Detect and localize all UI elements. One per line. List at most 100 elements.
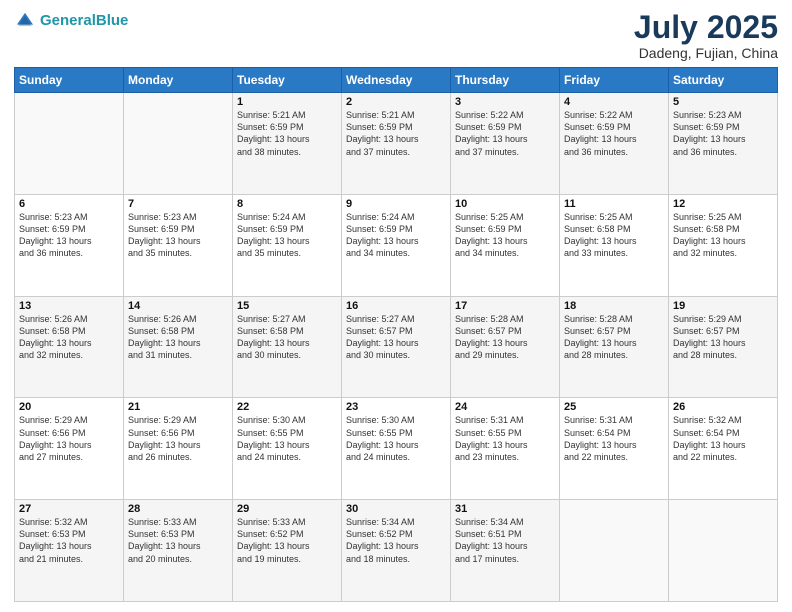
day-info: Sunrise: 5:27 AM Sunset: 6:57 PM Dayligh…	[346, 313, 446, 362]
day-info: Sunrise: 5:32 AM Sunset: 6:53 PM Dayligh…	[19, 516, 119, 565]
calendar-table: SundayMondayTuesdayWednesdayThursdayFrid…	[14, 67, 778, 602]
day-info: Sunrise: 5:25 AM Sunset: 6:58 PM Dayligh…	[564, 211, 664, 260]
day-number: 10	[455, 198, 555, 210]
day-info: Sunrise: 5:32 AM Sunset: 6:54 PM Dayligh…	[673, 414, 773, 463]
day-cell: 21Sunrise: 5:29 AM Sunset: 6:56 PM Dayli…	[124, 398, 233, 500]
day-cell: 28Sunrise: 5:33 AM Sunset: 6:53 PM Dayli…	[124, 500, 233, 602]
header-row: SundayMondayTuesdayWednesdayThursdayFrid…	[15, 68, 778, 93]
day-number: 24	[455, 401, 555, 413]
day-number: 16	[346, 300, 446, 312]
day-cell: 26Sunrise: 5:32 AM Sunset: 6:54 PM Dayli…	[669, 398, 778, 500]
day-number: 23	[346, 401, 446, 413]
day-cell: 3Sunrise: 5:22 AM Sunset: 6:59 PM Daylig…	[451, 93, 560, 195]
month-year: July 2025	[634, 10, 778, 45]
day-number: 20	[19, 401, 119, 413]
col-header-monday: Monday	[124, 68, 233, 93]
day-cell	[124, 93, 233, 195]
day-number: 14	[128, 300, 228, 312]
day-info: Sunrise: 5:28 AM Sunset: 6:57 PM Dayligh…	[455, 313, 555, 362]
day-info: Sunrise: 5:34 AM Sunset: 6:51 PM Dayligh…	[455, 516, 555, 565]
day-info: Sunrise: 5:24 AM Sunset: 6:59 PM Dayligh…	[237, 211, 337, 260]
calendar-header: SundayMondayTuesdayWednesdayThursdayFrid…	[15, 68, 778, 93]
day-info: Sunrise: 5:21 AM Sunset: 6:59 PM Dayligh…	[346, 109, 446, 158]
day-info: Sunrise: 5:23 AM Sunset: 6:59 PM Dayligh…	[19, 211, 119, 260]
day-cell: 27Sunrise: 5:32 AM Sunset: 6:53 PM Dayli…	[15, 500, 124, 602]
day-info: Sunrise: 5:33 AM Sunset: 6:53 PM Dayligh…	[128, 516, 228, 565]
day-number: 11	[564, 198, 664, 210]
day-cell: 6Sunrise: 5:23 AM Sunset: 6:59 PM Daylig…	[15, 194, 124, 296]
header: GeneralBlue July 2025 Dadeng, Fujian, Ch…	[14, 10, 778, 61]
day-cell: 10Sunrise: 5:25 AM Sunset: 6:59 PM Dayli…	[451, 194, 560, 296]
day-number: 13	[19, 300, 119, 312]
day-info: Sunrise: 5:22 AM Sunset: 6:59 PM Dayligh…	[564, 109, 664, 158]
day-number: 2	[346, 96, 446, 108]
day-cell: 4Sunrise: 5:22 AM Sunset: 6:59 PM Daylig…	[560, 93, 669, 195]
week-row-1: 1Sunrise: 5:21 AM Sunset: 6:59 PM Daylig…	[15, 93, 778, 195]
location: Dadeng, Fujian, China	[634, 45, 778, 61]
day-cell: 9Sunrise: 5:24 AM Sunset: 6:59 PM Daylig…	[342, 194, 451, 296]
week-row-3: 13Sunrise: 5:26 AM Sunset: 6:58 PM Dayli…	[15, 296, 778, 398]
day-cell: 17Sunrise: 5:28 AM Sunset: 6:57 PM Dayli…	[451, 296, 560, 398]
title-block: July 2025 Dadeng, Fujian, China	[634, 10, 778, 61]
day-number: 27	[19, 503, 119, 515]
day-number: 22	[237, 401, 337, 413]
day-cell: 12Sunrise: 5:25 AM Sunset: 6:58 PM Dayli…	[669, 194, 778, 296]
col-header-sunday: Sunday	[15, 68, 124, 93]
week-row-5: 27Sunrise: 5:32 AM Sunset: 6:53 PM Dayli…	[15, 500, 778, 602]
day-info: Sunrise: 5:29 AM Sunset: 6:56 PM Dayligh…	[19, 414, 119, 463]
day-cell	[669, 500, 778, 602]
day-info: Sunrise: 5:26 AM Sunset: 6:58 PM Dayligh…	[19, 313, 119, 362]
day-number: 5	[673, 96, 773, 108]
col-header-saturday: Saturday	[669, 68, 778, 93]
day-number: 25	[564, 401, 664, 413]
day-info: Sunrise: 5:31 AM Sunset: 6:55 PM Dayligh…	[455, 414, 555, 463]
day-cell: 25Sunrise: 5:31 AM Sunset: 6:54 PM Dayli…	[560, 398, 669, 500]
day-cell: 5Sunrise: 5:23 AM Sunset: 6:59 PM Daylig…	[669, 93, 778, 195]
page: GeneralBlue July 2025 Dadeng, Fujian, Ch…	[0, 0, 792, 612]
day-cell	[560, 500, 669, 602]
day-info: Sunrise: 5:30 AM Sunset: 6:55 PM Dayligh…	[237, 414, 337, 463]
day-info: Sunrise: 5:27 AM Sunset: 6:58 PM Dayligh…	[237, 313, 337, 362]
day-number: 4	[564, 96, 664, 108]
day-cell: 18Sunrise: 5:28 AM Sunset: 6:57 PM Dayli…	[560, 296, 669, 398]
day-info: Sunrise: 5:23 AM Sunset: 6:59 PM Dayligh…	[673, 109, 773, 158]
day-cell: 30Sunrise: 5:34 AM Sunset: 6:52 PM Dayli…	[342, 500, 451, 602]
day-cell: 13Sunrise: 5:26 AM Sunset: 6:58 PM Dayli…	[15, 296, 124, 398]
day-info: Sunrise: 5:25 AM Sunset: 6:58 PM Dayligh…	[673, 211, 773, 260]
calendar-body: 1Sunrise: 5:21 AM Sunset: 6:59 PM Daylig…	[15, 93, 778, 602]
day-number: 30	[346, 503, 446, 515]
logo-icon	[14, 10, 36, 32]
day-info: Sunrise: 5:34 AM Sunset: 6:52 PM Dayligh…	[346, 516, 446, 565]
day-number: 6	[19, 198, 119, 210]
day-cell: 7Sunrise: 5:23 AM Sunset: 6:59 PM Daylig…	[124, 194, 233, 296]
day-info: Sunrise: 5:30 AM Sunset: 6:55 PM Dayligh…	[346, 414, 446, 463]
day-number: 3	[455, 96, 555, 108]
col-header-wednesday: Wednesday	[342, 68, 451, 93]
week-row-2: 6Sunrise: 5:23 AM Sunset: 6:59 PM Daylig…	[15, 194, 778, 296]
day-info: Sunrise: 5:21 AM Sunset: 6:59 PM Dayligh…	[237, 109, 337, 158]
day-info: Sunrise: 5:29 AM Sunset: 6:56 PM Dayligh…	[128, 414, 228, 463]
day-cell: 15Sunrise: 5:27 AM Sunset: 6:58 PM Dayli…	[233, 296, 342, 398]
logo-line2: Blue	[96, 12, 129, 29]
day-info: Sunrise: 5:29 AM Sunset: 6:57 PM Dayligh…	[673, 313, 773, 362]
day-cell: 16Sunrise: 5:27 AM Sunset: 6:57 PM Dayli…	[342, 296, 451, 398]
day-number: 8	[237, 198, 337, 210]
day-number: 21	[128, 401, 228, 413]
day-cell: 11Sunrise: 5:25 AM Sunset: 6:58 PM Dayli…	[560, 194, 669, 296]
day-cell: 19Sunrise: 5:29 AM Sunset: 6:57 PM Dayli…	[669, 296, 778, 398]
day-number: 29	[237, 503, 337, 515]
day-number: 15	[237, 300, 337, 312]
day-info: Sunrise: 5:33 AM Sunset: 6:52 PM Dayligh…	[237, 516, 337, 565]
logo-text: GeneralBlue	[40, 13, 128, 30]
logo: GeneralBlue	[14, 10, 128, 32]
week-row-4: 20Sunrise: 5:29 AM Sunset: 6:56 PM Dayli…	[15, 398, 778, 500]
day-cell: 14Sunrise: 5:26 AM Sunset: 6:58 PM Dayli…	[124, 296, 233, 398]
day-number: 31	[455, 503, 555, 515]
day-info: Sunrise: 5:22 AM Sunset: 6:59 PM Dayligh…	[455, 109, 555, 158]
day-cell: 2Sunrise: 5:21 AM Sunset: 6:59 PM Daylig…	[342, 93, 451, 195]
day-number: 18	[564, 300, 664, 312]
day-number: 26	[673, 401, 773, 413]
day-cell: 31Sunrise: 5:34 AM Sunset: 6:51 PM Dayli…	[451, 500, 560, 602]
logo-line1: General	[40, 12, 96, 29]
day-number: 28	[128, 503, 228, 515]
